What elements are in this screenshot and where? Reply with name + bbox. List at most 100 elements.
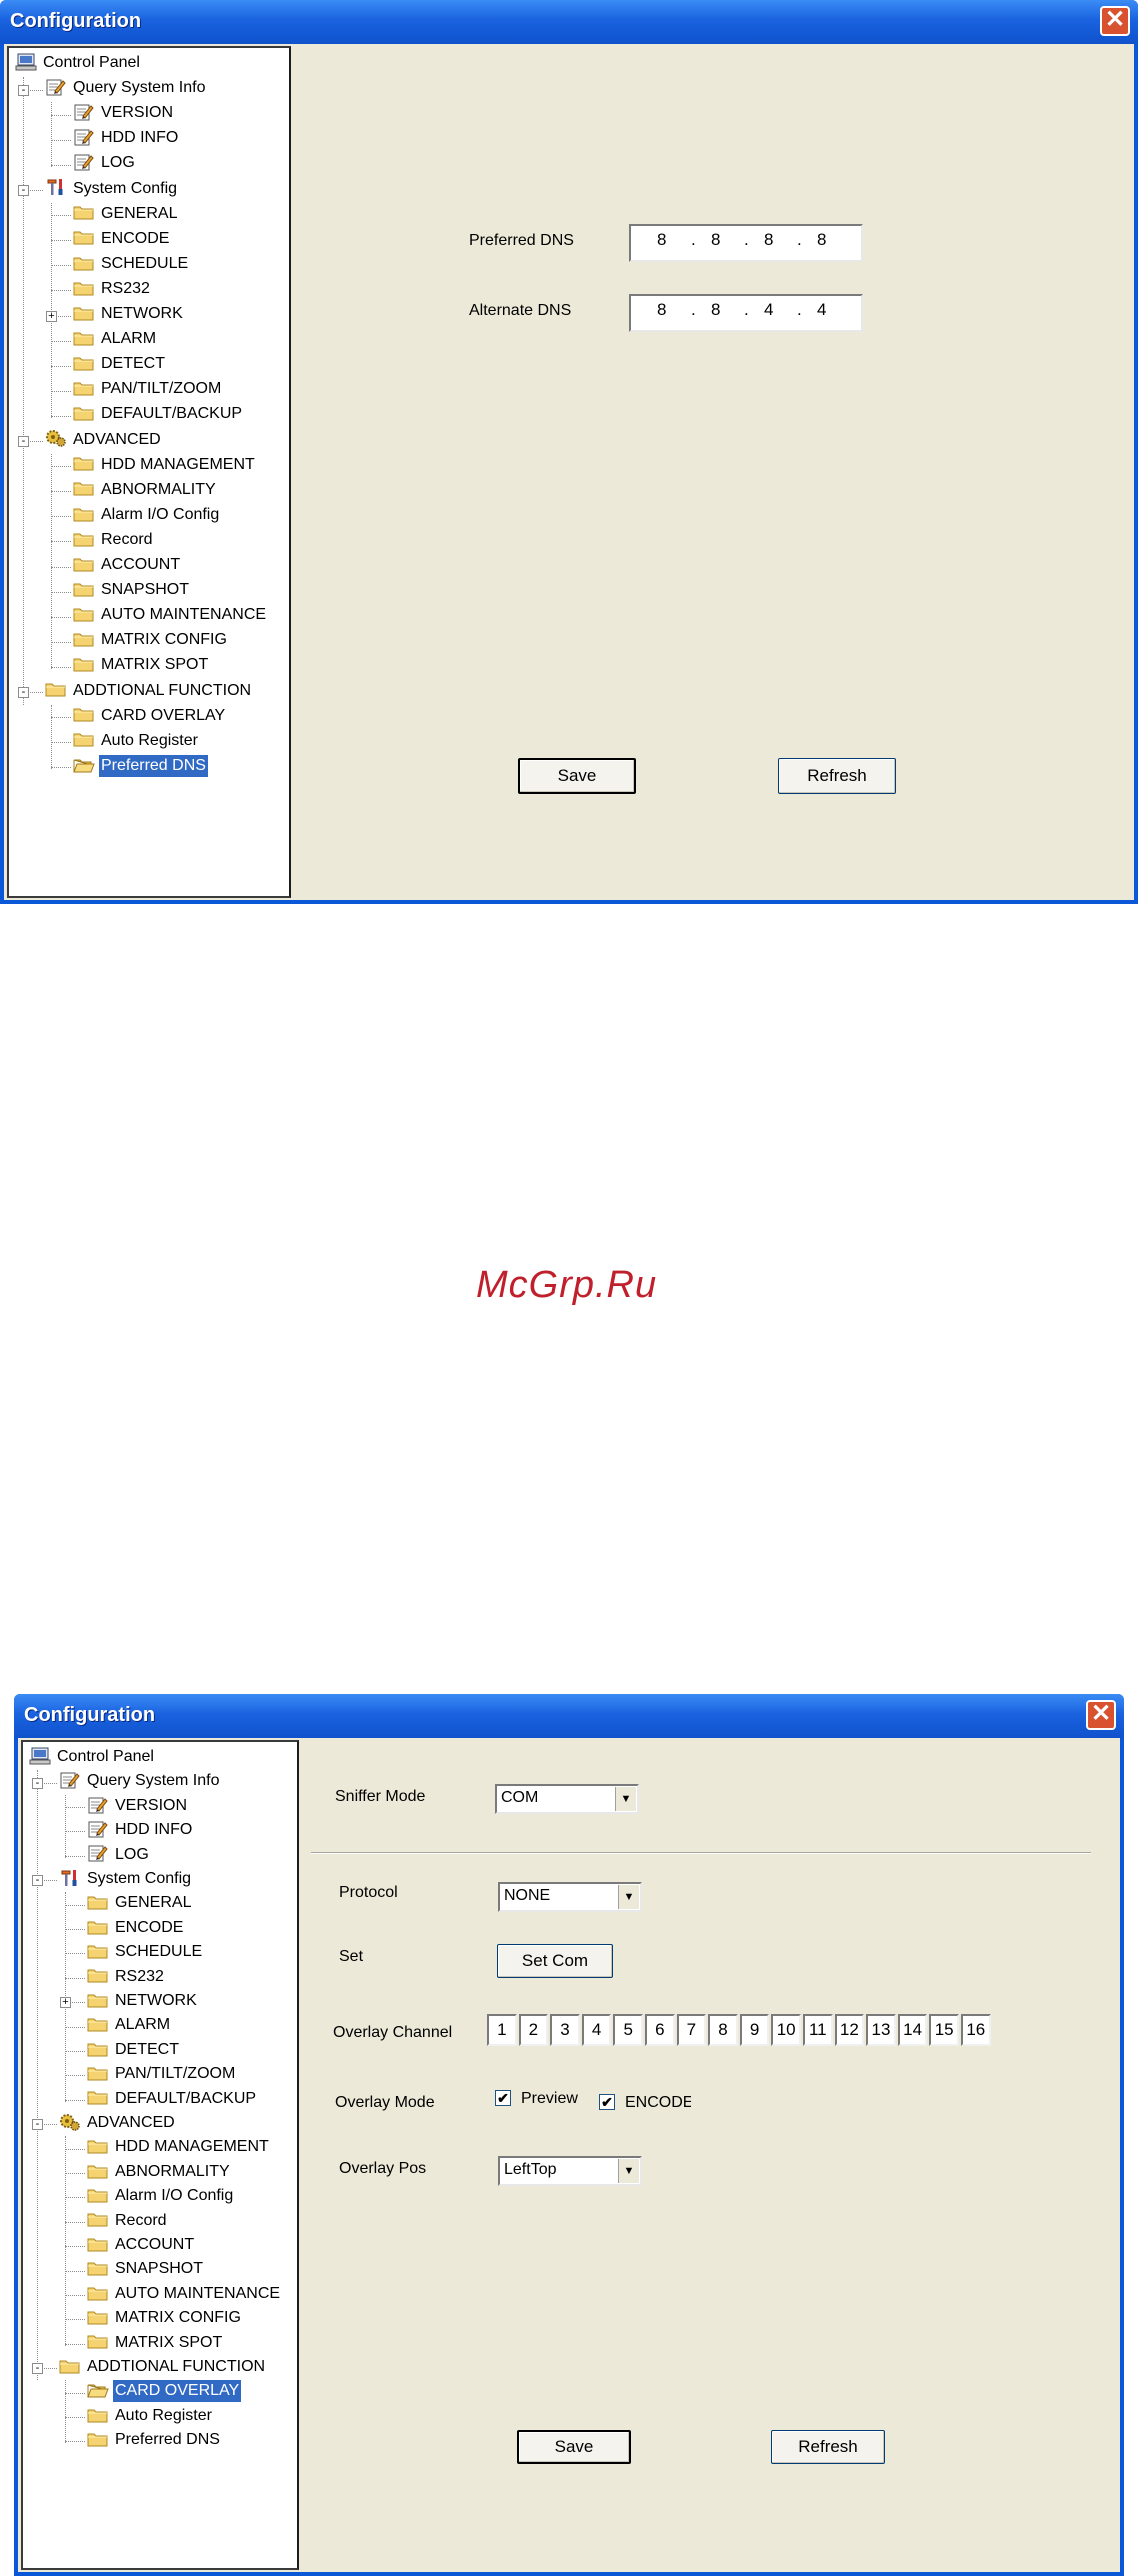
close-icon[interactable]: ✕ [1100, 6, 1130, 36]
collapse-icon[interactable]: - [32, 1777, 43, 1789]
tree-item-preferred-dns[interactable]: Preferred DNS [73, 754, 208, 777]
tree-item-abnormality[interactable]: ABNORMALITY [73, 479, 218, 501]
tree-item-hdd-management[interactable]: HDD MANAGEMENT [73, 454, 257, 476]
chevron-down-icon[interactable]: ▼ [615, 1787, 636, 1811]
save-button[interactable]: Save [517, 2430, 631, 2464]
tree-item-general[interactable]: GENERAL [73, 203, 179, 225]
overlay-channel-9[interactable]: 9 [739, 2014, 770, 2046]
tree-item-schedule[interactable]: SCHEDULE [87, 1941, 204, 1963]
tree-item-hdd-info[interactable]: HDD INFO [73, 127, 180, 149]
overlay-channel-13[interactable]: 13 [866, 2014, 896, 2046]
tree-item-alarm-i-o-config[interactable]: Alarm I/O Config [87, 2185, 235, 2207]
tree-item-network[interactable]: NETWORK [87, 1990, 199, 2012]
tree-item-preferred-dns[interactable]: Preferred DNS [87, 2429, 222, 2451]
tree-item-alarm-i-o-config[interactable]: Alarm I/O Config [73, 504, 221, 526]
overlay-channel-4[interactable]: 4 [581, 2014, 612, 2046]
tree-item-control-panel[interactable]: Control Panel [29, 1746, 156, 1768]
save-button[interactable]: Save [518, 758, 636, 794]
config-tree[interactable]: Control Panel - Query System Info VERSION HD… [21, 1740, 299, 2570]
tree-item-matrix-spot[interactable]: MATRIX SPOT [73, 654, 210, 676]
tree-item-system-config[interactable]: System Config [59, 1868, 193, 1890]
tree-item-control-panel[interactable]: Control Panel [15, 52, 142, 74]
tree-item-auto-register[interactable]: Auto Register [73, 730, 200, 752]
collapse-icon[interactable]: - [32, 2119, 43, 2131]
collapse-icon[interactable]: - [32, 1875, 43, 1887]
sniffer-mode-select[interactable]: COM ▼ [495, 1784, 639, 1814]
tree-item-query-system-info[interactable]: Query System Info [59, 1770, 222, 1792]
tree-item-matrix-config[interactable]: MATRIX CONFIG [73, 629, 229, 651]
collapse-icon[interactable]: - [18, 84, 29, 96]
overlay-channel-15[interactable]: 15 [929, 2014, 959, 2046]
tree-item-auto-register[interactable]: Auto Register [87, 2405, 214, 2427]
tree-item-default-backup[interactable]: DEFAULT/BACKUP [73, 403, 244, 425]
close-icon[interactable]: ✕ [1086, 1700, 1116, 1730]
tree-item-query-system-info[interactable]: Query System Info [45, 77, 208, 99]
overlay-pos-select[interactable]: LeftTop ▼ [498, 2156, 642, 2186]
tree-item-addtional-function[interactable]: ADDTIONAL FUNCTION [45, 680, 253, 702]
tree-item-log[interactable]: LOG [87, 1844, 151, 1866]
tree-item-encode[interactable]: ENCODE [87, 1917, 185, 1939]
collapse-icon[interactable]: - [18, 687, 29, 699]
overlay-channel-11[interactable]: 11 [803, 2014, 833, 2046]
encode-checkbox[interactable]: ✔ [599, 2094, 615, 2110]
refresh-button[interactable]: Refresh [778, 758, 896, 794]
tree-item-log[interactable]: LOG [73, 152, 137, 174]
tree-item-detect[interactable]: DETECT [87, 2039, 181, 2061]
overlay-channel-1[interactable]: 1 [487, 2014, 517, 2046]
collapse-icon[interactable]: - [18, 185, 29, 197]
tree-item-version[interactable]: VERSION [87, 1795, 189, 1817]
overlay-channel-12[interactable]: 12 [834, 2014, 865, 2046]
alternate-dns-field[interactable]: 8 . 8 . 4 . 4 [629, 294, 863, 332]
refresh-button[interactable]: Refresh [771, 2430, 885, 2464]
tree-item-pan-tilt-zoom[interactable]: PAN/TILT/ZOOM [87, 2063, 237, 2085]
collapse-icon[interactable]: - [18, 436, 29, 448]
overlay-channel-5[interactable]: 5 [613, 2014, 643, 2046]
overlay-channel-14[interactable]: 14 [897, 2014, 928, 2046]
chevron-down-icon[interactable]: ▼ [618, 2159, 639, 2183]
tree-item-rs232[interactable]: RS232 [73, 278, 152, 300]
tree-item-detect[interactable]: DETECT [73, 353, 167, 375]
tree-item-rs232[interactable]: RS232 [87, 1966, 166, 1988]
title-bar[interactable]: Configuration ✕ [0, 0, 1138, 44]
tree-item-matrix-spot[interactable]: MATRIX SPOT [87, 2332, 224, 2354]
overlay-channel-16[interactable]: 16 [961, 2014, 991, 2046]
tree-item-alarm[interactable]: ALARM [73, 328, 158, 350]
tree-item-abnormality[interactable]: ABNORMALITY [87, 2161, 232, 2183]
tree-item-advanced[interactable]: ADVANCED [59, 2112, 177, 2134]
tree-item-card-overlay[interactable]: CARD OVERLAY [87, 2380, 242, 2403]
tree-item-system-config[interactable]: System Config [45, 178, 179, 200]
title-bar[interactable]: Configuration ✕ [14, 1694, 1124, 1738]
tree-item-hdd-management[interactable]: HDD MANAGEMENT [87, 2136, 271, 2158]
overlay-channel-7[interactable]: 7 [676, 2014, 707, 2046]
tree-item-auto-maintenance[interactable]: AUTO MAINTENANCE [73, 604, 268, 626]
tree-item-schedule[interactable]: SCHEDULE [73, 253, 190, 275]
collapse-icon[interactable]: - [32, 2363, 43, 2375]
tree-item-matrix-config[interactable]: MATRIX CONFIG [87, 2307, 243, 2329]
tree-item-record[interactable]: Record [73, 529, 155, 551]
tree-item-account[interactable]: ACCOUNT [73, 554, 182, 576]
tree-item-addtional-function[interactable]: ADDTIONAL FUNCTION [59, 2356, 267, 2378]
tree-item-general[interactable]: GENERAL [87, 1892, 193, 1914]
tree-item-encode[interactable]: ENCODE [73, 228, 171, 250]
tree-item-pan-tilt-zoom[interactable]: PAN/TILT/ZOOM [73, 378, 223, 400]
tree-item-card-overlay[interactable]: CARD OVERLAY [73, 705, 227, 727]
tree-item-auto-maintenance[interactable]: AUTO MAINTENANCE [87, 2283, 282, 2305]
tree-item-version[interactable]: VERSION [73, 102, 175, 124]
tree-item-snapshot[interactable]: SNAPSHOT [73, 579, 191, 601]
set-com-button[interactable]: Set Com [497, 1944, 613, 1978]
tree-item-default-backup[interactable]: DEFAULT/BACKUP [87, 2088, 258, 2110]
overlay-channel-8[interactable]: 8 [708, 2014, 738, 2046]
protocol-select[interactable]: NONE ▼ [498, 1882, 642, 1912]
tree-item-hdd-info[interactable]: HDD INFO [87, 1819, 194, 1841]
tree-item-account[interactable]: ACCOUNT [87, 2234, 196, 2256]
expand-icon[interactable]: + [60, 1997, 71, 2009]
config-tree[interactable]: Control Panel - Query System Info VERSION HD… [7, 46, 291, 898]
overlay-channel-6[interactable]: 6 [645, 2014, 675, 2046]
preview-checkbox[interactable]: ✔ [495, 2090, 511, 2106]
overlay-channel-3[interactable]: 3 [550, 2014, 580, 2046]
expand-icon[interactable]: + [46, 310, 57, 322]
overlay-channel-2[interactable]: 2 [518, 2014, 549, 2046]
overlay-channel-10[interactable]: 10 [771, 2014, 801, 2046]
tree-item-snapshot[interactable]: SNAPSHOT [87, 2258, 205, 2280]
tree-item-record[interactable]: Record [87, 2210, 169, 2232]
